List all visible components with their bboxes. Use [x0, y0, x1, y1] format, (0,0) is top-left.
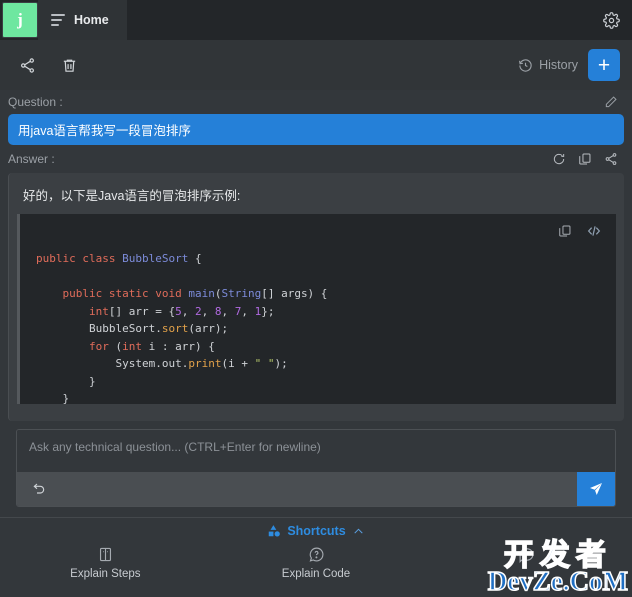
prompt-placeholder: Ask any technical question... (CTRL+Ente… [29, 440, 321, 454]
delete-conversation-button[interactable] [54, 50, 84, 80]
regenerate-answer-button[interactable] [552, 152, 566, 166]
shortcuts-header[interactable]: Shortcuts [0, 524, 632, 538]
share-icon [20, 57, 34, 73]
conversation-area: Question : 用java语言帮我写一段冒泡排序 Answer : 好的，… [0, 90, 632, 507]
question-bubble[interactable]: 用java语言帮我写一段冒泡排序 [8, 114, 624, 145]
question-label: Question : [8, 95, 63, 109]
share-icon [605, 153, 617, 165]
tab-home-label: Home [74, 13, 109, 27]
clock-rewind-icon [519, 58, 532, 72]
hamburger-icon [51, 14, 65, 26]
question-text: 用java语言帮我写一段冒泡排序 [18, 124, 191, 138]
question-bubble-icon [309, 547, 323, 562]
refresh-icon [553, 153, 565, 165]
shortcut-label: Explain Steps [70, 568, 141, 580]
code-block: public class BubbleSort { public static … [17, 214, 616, 404]
undo-button[interactable] [25, 475, 53, 503]
send-button[interactable] [577, 472, 615, 506]
settings-button[interactable] [598, 7, 624, 33]
app-logo-letter: j [17, 10, 23, 29]
shortcuts-list: Explain Steps Explain Code [0, 546, 632, 580]
shortcut-label: Explain Code [281, 568, 351, 580]
question-actions [604, 95, 624, 109]
send-icon [590, 483, 602, 495]
answer-actions [552, 152, 624, 166]
share-answer-button[interactable] [604, 152, 618, 166]
app-logo: j [2, 2, 38, 38]
new-chat-button[interactable]: + [588, 49, 620, 81]
copy-icon [559, 225, 571, 237]
tab-home[interactable]: Home [38, 0, 127, 40]
history-button[interactable]: History [518, 58, 578, 73]
action-toolbar: History + [0, 40, 632, 90]
title-bar: j Home [0, 0, 632, 40]
question-row-header: Question : [8, 90, 624, 114]
chevron-up-icon [354, 528, 363, 533]
book-icon [99, 547, 111, 562]
shortcuts-panel: Shortcuts Explain Steps Explain Code [0, 517, 632, 580]
trash-icon [63, 59, 75, 72]
edit-question-button[interactable] [604, 95, 618, 109]
plus-icon: + [597, 53, 611, 77]
code-block-header [20, 214, 616, 248]
view-code-button[interactable] [586, 223, 602, 239]
code-content[interactable]: public class BubbleSort { public static … [20, 248, 616, 404]
prompt-footer [17, 472, 615, 506]
answer-panel: 好的，以下是Java语言的冒泡排序示例: public class Bubble… [8, 173, 624, 421]
answer-row-header: Answer : [8, 147, 624, 171]
shortcut-explain-steps[interactable]: Explain Steps [0, 546, 211, 580]
share-conversation-button[interactable] [12, 50, 42, 80]
shortcut-third[interactable] [421, 546, 632, 580]
answer-label: Answer : [8, 152, 55, 166]
copy-icon [579, 153, 591, 165]
copy-answer-button[interactable] [578, 152, 592, 166]
shortcut-explain-code[interactable]: Explain Code [211, 546, 422, 580]
gear-icon [602, 11, 620, 29]
answer-intro-text: 好的，以下是Java语言的冒泡排序示例: [23, 189, 241, 203]
history-label: History [539, 58, 578, 72]
shortcuts-label: Shortcuts [287, 524, 346, 538]
copy-code-button[interactable] [558, 224, 572, 238]
code-icon [587, 226, 601, 236]
comment-icon [519, 548, 534, 563]
undo-icon [33, 483, 45, 494]
prompt-input-area: Ask any technical question... (CTRL+Ente… [16, 429, 616, 507]
prompt-input[interactable]: Ask any technical question... (CTRL+Ente… [17, 430, 615, 472]
shapes-icon [269, 525, 281, 537]
pencil-icon [605, 96, 617, 108]
